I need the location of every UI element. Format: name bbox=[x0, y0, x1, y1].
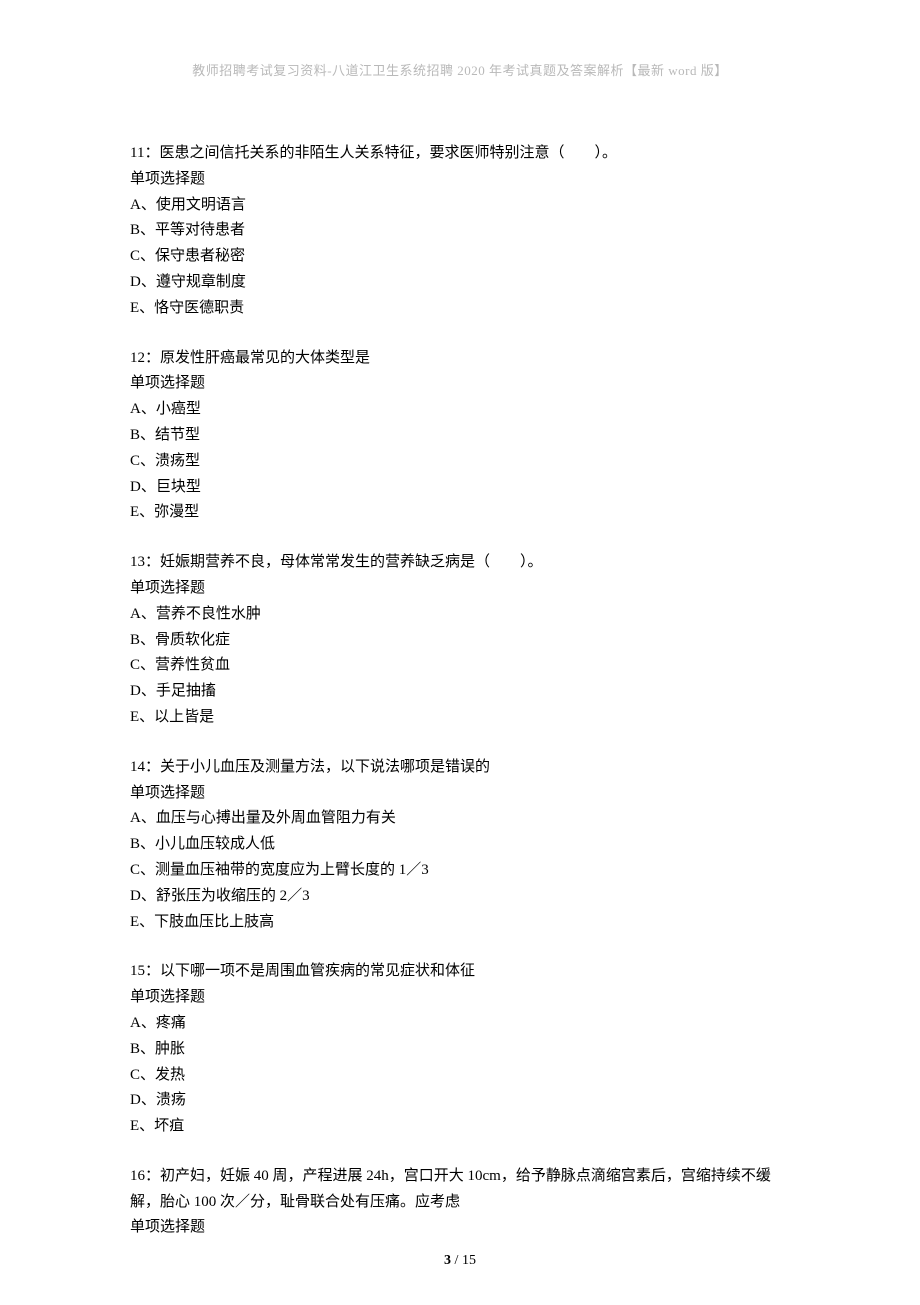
option-c: C、发热 bbox=[130, 1063, 790, 1089]
option-a: A、营养不良性水肿 bbox=[130, 602, 790, 628]
option-a: A、疼痛 bbox=[130, 1011, 790, 1037]
option-d: D、溃疡 bbox=[130, 1088, 790, 1114]
question-type: 单项选择题 bbox=[130, 371, 790, 397]
option-c: C、溃疡型 bbox=[130, 449, 790, 475]
question-12: 12：原发性肝癌最常见的大体类型是 单项选择题 A、小癌型 B、结节型 C、溃疡… bbox=[130, 346, 790, 527]
page-number-sep: / bbox=[451, 1253, 462, 1268]
option-d: D、遵守规章制度 bbox=[130, 270, 790, 296]
question-15: 15：以下哪一项不是周围血管疾病的常见症状和体征 单项选择题 A、疼痛 B、肿胀… bbox=[130, 959, 790, 1140]
question-text: ：原发性肝癌最常见的大体类型是 bbox=[145, 350, 370, 366]
question-number: 16 bbox=[130, 1168, 145, 1184]
option-e: E、下肢血压比上肢高 bbox=[130, 910, 790, 936]
page-footer: 3 / 15 bbox=[0, 1253, 920, 1269]
option-c: C、测量血压袖带的宽度应为上臂长度的 1／3 bbox=[130, 858, 790, 884]
option-e: E、以上皆是 bbox=[130, 705, 790, 731]
question-text: ：关于小儿血压及测量方法，以下说法哪项是错误的 bbox=[145, 759, 490, 775]
option-b: B、平等对待患者 bbox=[130, 218, 790, 244]
page: 教师招聘考试复习资料-八道江卫生系统招聘 2020 年考试真题及答案解析【最新 … bbox=[0, 0, 920, 1305]
question-type: 单项选择题 bbox=[130, 167, 790, 193]
question-11: 11：医患之间信托关系的非陌生人关系特征，要求医师特别注意（ ）。 单项选择题 … bbox=[130, 141, 790, 322]
question-text: ：妊娠期营养不良，母体常常发生的营养缺乏病是（ ）。 bbox=[145, 554, 543, 570]
question-type: 单项选择题 bbox=[130, 576, 790, 602]
option-a: A、使用文明语言 bbox=[130, 193, 790, 219]
header-text: 教师招聘考试复习资料-八道江卫生系统招聘 2020 年考试真题及答案解析【最新 … bbox=[192, 63, 728, 78]
question-stem: 16：初产妇，妊娠 40 周，产程进展 24h，宫口开大 10cm，给予静脉点滴… bbox=[130, 1164, 790, 1216]
question-number: 11 bbox=[130, 145, 144, 161]
page-number-total: 15 bbox=[462, 1253, 476, 1268]
option-d: D、手足抽搐 bbox=[130, 679, 790, 705]
question-number: 13 bbox=[130, 554, 145, 570]
option-b: B、肿胀 bbox=[130, 1037, 790, 1063]
question-text: ：初产妇，妊娠 40 周，产程进展 24h，宫口开大 10cm，给予静脉点滴缩宫… bbox=[130, 1168, 771, 1210]
question-number: 15 bbox=[130, 963, 145, 979]
page-header: 教师招聘考试复习资料-八道江卫生系统招聘 2020 年考试真题及答案解析【最新 … bbox=[130, 60, 790, 79]
option-b: B、结节型 bbox=[130, 423, 790, 449]
question-stem: 13：妊娠期营养不良，母体常常发生的营养缺乏病是（ ）。 bbox=[130, 550, 790, 576]
question-13: 13：妊娠期营养不良，母体常常发生的营养缺乏病是（ ）。 单项选择题 A、营养不… bbox=[130, 550, 790, 731]
option-b: B、小儿血压较成人低 bbox=[130, 832, 790, 858]
question-16: 16：初产妇，妊娠 40 周，产程进展 24h，宫口开大 10cm，给予静脉点滴… bbox=[130, 1164, 790, 1241]
question-type: 单项选择题 bbox=[130, 985, 790, 1011]
question-text: ：医患之间信托关系的非陌生人关系特征，要求医师特别注意（ ）。 bbox=[144, 145, 617, 161]
option-e: E、弥漫型 bbox=[130, 500, 790, 526]
question-number: 12 bbox=[130, 350, 145, 366]
question-stem: 11：医患之间信托关系的非陌生人关系特征，要求医师特别注意（ ）。 bbox=[130, 141, 790, 167]
question-type: 单项选择题 bbox=[130, 1215, 790, 1241]
option-b: B、骨质软化症 bbox=[130, 628, 790, 654]
question-text: ：以下哪一项不是周围血管疾病的常见症状和体征 bbox=[145, 963, 475, 979]
option-e: E、恪守医德职责 bbox=[130, 296, 790, 322]
question-stem: 15：以下哪一项不是周围血管疾病的常见症状和体征 bbox=[130, 959, 790, 985]
page-number-current: 3 bbox=[444, 1253, 451, 1268]
question-type: 单项选择题 bbox=[130, 781, 790, 807]
question-stem: 12：原发性肝癌最常见的大体类型是 bbox=[130, 346, 790, 372]
question-stem: 14：关于小儿血压及测量方法，以下说法哪项是错误的 bbox=[130, 755, 790, 781]
option-d: D、舒张压为收缩压的 2／3 bbox=[130, 884, 790, 910]
question-14: 14：关于小儿血压及测量方法，以下说法哪项是错误的 单项选择题 A、血压与心搏出… bbox=[130, 755, 790, 936]
option-a: A、小癌型 bbox=[130, 397, 790, 423]
option-e: E、坏疽 bbox=[130, 1114, 790, 1140]
content: 11：医患之间信托关系的非陌生人关系特征，要求医师特别注意（ ）。 单项选择题 … bbox=[130, 141, 790, 1241]
option-c: C、保守患者秘密 bbox=[130, 244, 790, 270]
option-a: A、血压与心搏出量及外周血管阻力有关 bbox=[130, 806, 790, 832]
question-number: 14 bbox=[130, 759, 145, 775]
option-d: D、巨块型 bbox=[130, 475, 790, 501]
option-c: C、营养性贫血 bbox=[130, 653, 790, 679]
